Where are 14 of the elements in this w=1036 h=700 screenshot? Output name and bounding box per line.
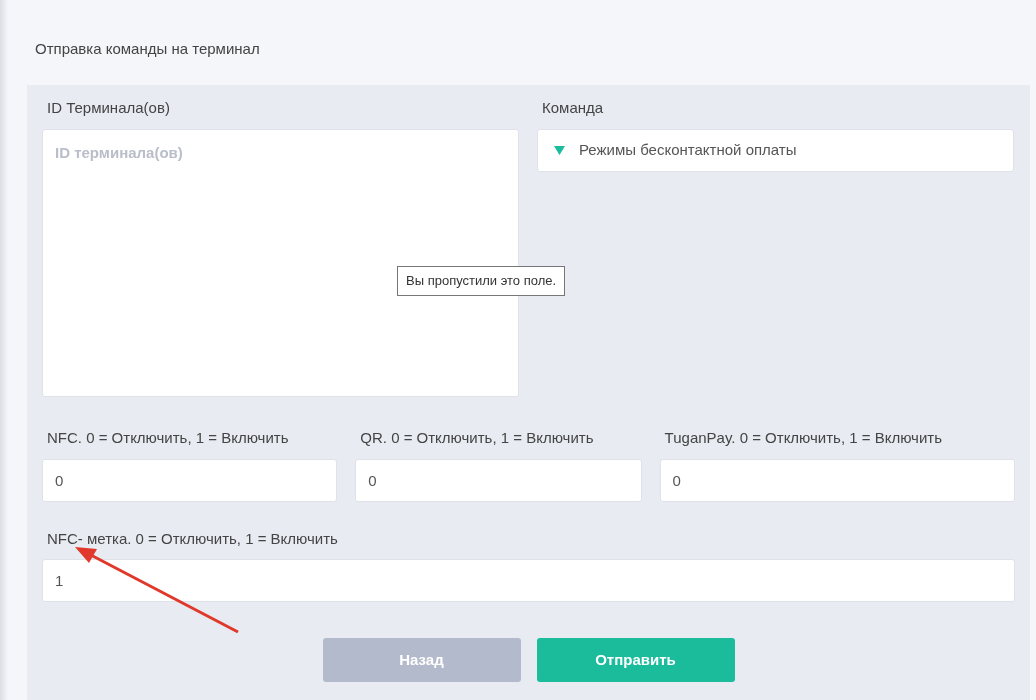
field-label: TuganPay. 0 = Отключить, 1 = Включить xyxy=(664,428,942,448)
field-label: NFC- метка. 0 = Отключить, 1 = Включить xyxy=(47,528,338,549)
input-field[interactable]: 0 xyxy=(42,458,338,502)
input-field[interactable]: 1 xyxy=(42,559,1015,602)
field-label: ID Терминала(ов) xyxy=(47,98,170,118)
validation-tooltip: Вы пропустили это поле. xyxy=(397,266,566,296)
command-select[interactable]: Режимы бесконтактной оплаты xyxy=(537,128,1014,172)
field-label: QR. 0 = Отключить, 1 = Включить xyxy=(360,428,594,448)
input-field[interactable]: 0 xyxy=(659,458,1015,502)
caret-icon xyxy=(554,145,565,155)
field-label: NFC. 0 = Отключить, 1 = Включить xyxy=(47,428,289,448)
page-title: Отправка команды на терминал xyxy=(35,40,260,57)
field-label: Команда xyxy=(542,98,604,118)
input-field[interactable]: 0 xyxy=(355,458,642,502)
